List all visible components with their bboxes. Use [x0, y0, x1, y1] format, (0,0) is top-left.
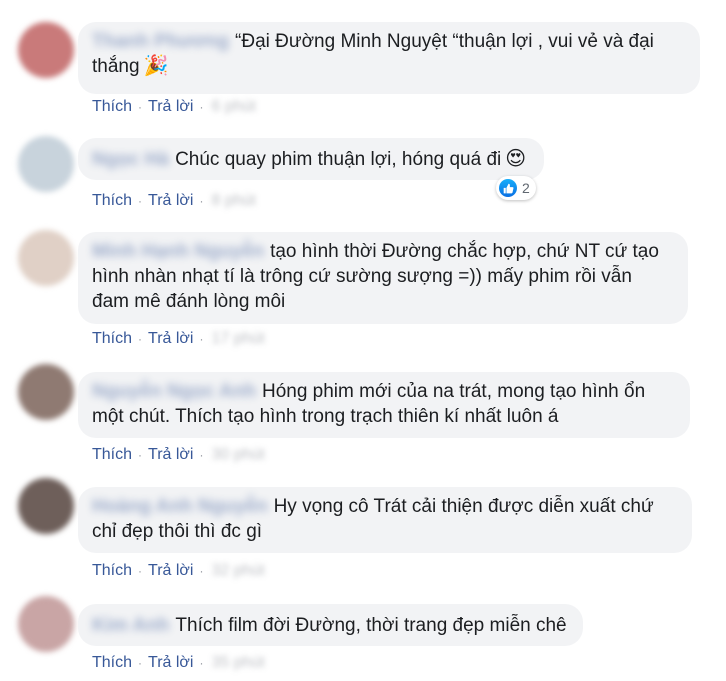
avatar[interactable] — [18, 478, 74, 534]
like-link[interactable]: Thích — [92, 330, 132, 348]
comment-author[interactable]: Nguyễn Ngọc Anh — [92, 379, 256, 404]
separator: · — [199, 656, 204, 670]
like-link[interactable]: Thích — [92, 654, 132, 672]
separator: · — [138, 194, 143, 208]
reply-link[interactable]: Trả lời — [148, 654, 193, 672]
comment-text: Thích film đời Đường, thời trang đẹp miễ… — [175, 615, 567, 636]
comment-actions: Thích · Trả lời · 8 phút — [92, 192, 256, 210]
comment-timestamp[interactable]: 6 phút — [211, 98, 255, 116]
comment-bubble: Ngọc Hà Chúc quay phim thuận lợi, hóng qu… — [78, 138, 545, 180]
comment-bubble: Nguyễn Ngọc Anh Hóng phim mới của na trát… — [78, 372, 690, 438]
separator: · — [199, 100, 204, 114]
separator: · — [138, 448, 143, 462]
heart-eyes-emoji: 😍 — [505, 148, 527, 170]
reply-link[interactable]: Trả lời — [148, 562, 193, 580]
separator: · — [138, 656, 143, 670]
comment-timestamp[interactable]: 8 phút — [211, 192, 255, 210]
separator: · — [138, 332, 143, 346]
comment-bubble: Thanh Phương “Đại Đường Minh Nguyệt “thuậ… — [78, 22, 700, 94]
reaction-number: 2 — [522, 180, 530, 196]
separator: · — [138, 564, 143, 578]
comment-author[interactable]: Ngọc Hà — [92, 147, 169, 172]
avatar[interactable] — [18, 364, 74, 420]
comment-actions: Thích · Trả lời · 35 phút — [92, 654, 265, 672]
comment-actions: Thích · Trả lời · 32 phút — [92, 562, 265, 580]
separator: · — [199, 448, 204, 462]
separator: · — [199, 332, 204, 346]
reply-link[interactable]: Trả lời — [148, 446, 193, 464]
comment-timestamp[interactable]: 35 phút — [211, 654, 264, 672]
comment-bubble: Hoàng Anh Nguyễn Hy vọng cô Trát cải thiệ… — [78, 487, 692, 553]
like-link[interactable]: Thích — [92, 192, 132, 210]
comment-bubble: Minh Hạnh Nguyễn tạo hình thời Đường chắc… — [78, 232, 688, 324]
reply-link[interactable]: Trả lời — [148, 192, 193, 210]
like-link[interactable]: Thích — [92, 562, 132, 580]
separator: · — [199, 564, 204, 578]
like-link[interactable]: Thích — [92, 446, 132, 464]
comment-author[interactable]: Kim Anh — [92, 613, 169, 638]
avatar[interactable] — [18, 596, 74, 652]
avatar[interactable] — [18, 230, 74, 286]
thumbs-up-icon — [499, 179, 517, 197]
comment-bubble: Kim Anh Thích film đời Đường, thời trang … — [78, 604, 583, 646]
reply-link[interactable]: Trả lời — [148, 98, 193, 116]
comment-list: Thanh Phương “Đại Đường Minh Nguyệt “thuậ… — [0, 0, 726, 681]
comment-author[interactable]: Thanh Phương — [92, 29, 229, 54]
comment-actions: Thích · Trả lời · 17 phút — [92, 330, 265, 348]
separator: · — [138, 100, 143, 114]
comment-author[interactable]: Minh Hạnh Nguyễn — [92, 239, 264, 264]
like-link[interactable]: Thích — [92, 98, 132, 116]
comment-timestamp[interactable]: 32 phút — [211, 562, 264, 580]
comment-author[interactable]: Hoàng Anh Nguyễn — [92, 494, 268, 519]
comment-actions: Thích · Trả lời · 6 phút — [92, 98, 256, 116]
comment-timestamp[interactable]: 17 phút — [211, 330, 264, 348]
party-popper-emoji: 🎉 — [143, 55, 169, 77]
comment-text: Chúc quay phim thuận lợi, hóng quá đi — [175, 149, 502, 170]
reaction-count[interactable]: 2 — [496, 176, 536, 200]
comment-timestamp[interactable]: 30 phút — [211, 446, 264, 464]
comment-actions: Thích · Trả lời · 30 phút — [92, 446, 265, 464]
avatar[interactable] — [18, 22, 74, 78]
separator: · — [199, 194, 204, 208]
avatar[interactable] — [18, 136, 74, 192]
reply-link[interactable]: Trả lời — [148, 330, 193, 348]
